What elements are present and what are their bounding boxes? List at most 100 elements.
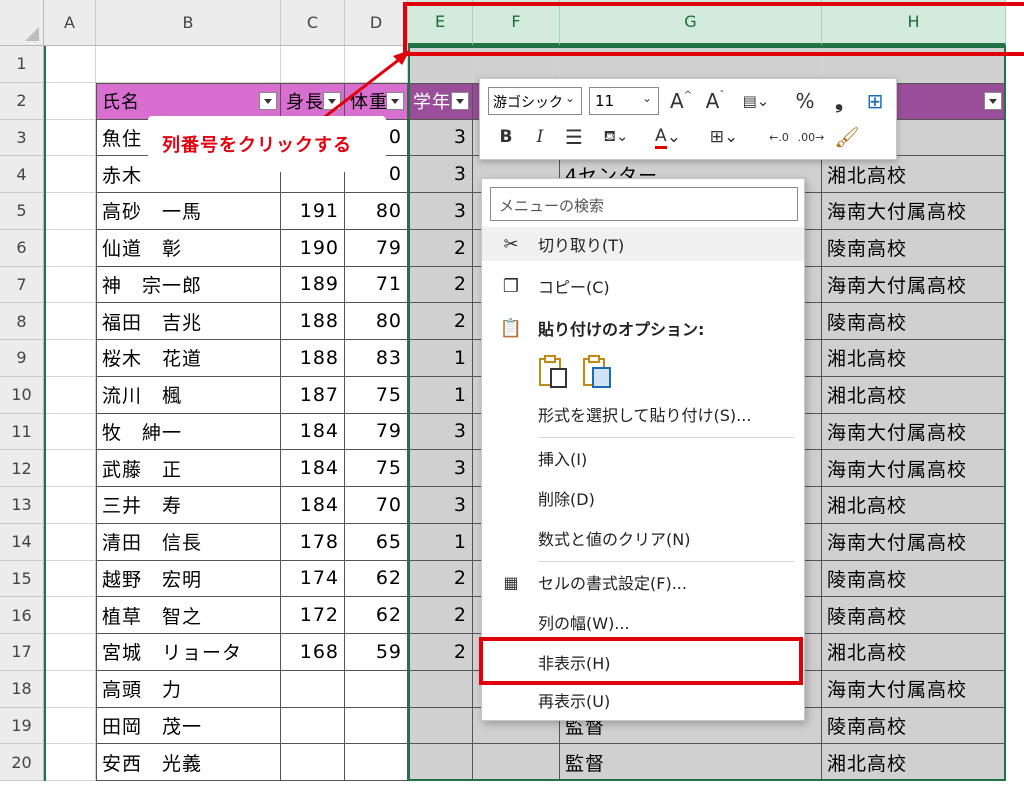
- cell[interactable]: [44, 266, 96, 304]
- menu-item-column-width[interactable]: 列の幅(W)...: [482, 605, 804, 639]
- menu-item-delete[interactable]: 削除(D): [482, 481, 804, 515]
- cell[interactable]: [44, 156, 96, 193]
- name-cell[interactable]: 越野 宏明: [96, 560, 281, 598]
- increase-decimal-icon[interactable]: ←.0: [766, 123, 792, 151]
- height-cell[interactable]: [281, 670, 345, 708]
- name-cell[interactable]: 牧 紳一: [96, 413, 281, 451]
- weight-cell[interactable]: 70: [345, 487, 408, 524]
- name-cell[interactable]: 流川 楓: [96, 376, 281, 414]
- row-header[interactable]: 10: [0, 376, 44, 414]
- menu-item-paste-special[interactable]: 形式を選択して貼り付け(S)...: [482, 397, 804, 431]
- percent-style-icon[interactable]: %: [792, 87, 818, 115]
- table-header-cell[interactable]: 体重: [345, 82, 408, 120]
- cell[interactable]: [408, 46, 473, 83]
- filter-dropdown-icon[interactable]: [386, 91, 404, 110]
- row-header[interactable]: 19: [0, 707, 44, 745]
- grade-cell[interactable]: [408, 707, 473, 745]
- height-cell[interactable]: 191: [281, 193, 345, 230]
- name-cell[interactable]: 仙道 彰: [96, 229, 281, 267]
- school-cell[interactable]: 陵南高校: [822, 707, 1006, 745]
- grade-cell[interactable]: 3: [408, 487, 473, 524]
- row-header[interactable]: 4: [0, 156, 44, 193]
- name-cell[interactable]: 安西 光義: [96, 744, 281, 781]
- school-cell[interactable]: 海南大付属高校: [822, 193, 1006, 230]
- cell[interactable]: [44, 119, 96, 157]
- cell[interactable]: [96, 46, 281, 83]
- weight-cell[interactable]: 80: [345, 193, 408, 230]
- decrease-decimal-icon[interactable]: .00→: [798, 123, 825, 151]
- cell[interactable]: [44, 376, 96, 414]
- cell[interactable]: [44, 450, 96, 487]
- weight-cell[interactable]: 79: [345, 413, 408, 451]
- paste-icon[interactable]: [538, 355, 568, 389]
- weight-cell[interactable]: 62: [345, 597, 408, 634]
- weight-cell[interactable]: [345, 670, 408, 708]
- row-header[interactable]: 15: [0, 560, 44, 598]
- menu-item-cut[interactable]: ✂ 切り取り(T): [482, 227, 804, 261]
- cell[interactable]: [44, 634, 96, 671]
- column-header-c[interactable]: C: [281, 0, 345, 46]
- grade-cell[interactable]: 3: [408, 450, 473, 487]
- school-cell[interactable]: 海南大付属高校: [822, 450, 1006, 487]
- name-cell[interactable]: 植草 智之: [96, 597, 281, 634]
- school-cell[interactable]: 湘北高校: [822, 340, 1006, 377]
- menu-item-unhide[interactable]: 再表示(U): [482, 683, 804, 717]
- select-all-corner[interactable]: [0, 0, 44, 46]
- row-header[interactable]: 2: [0, 82, 44, 120]
- height-cell[interactable]: 184: [281, 413, 345, 451]
- school-cell[interactable]: 陵南高校: [822, 303, 1006, 340]
- grade-cell[interactable]: 3: [408, 119, 473, 157]
- school-cell[interactable]: 海南大付属高校: [822, 266, 1006, 304]
- column-header-f[interactable]: F: [473, 0, 560, 46]
- name-cell[interactable]: 田岡 茂一: [96, 707, 281, 745]
- menu-item-format-cells[interactable]: ▦ セルの書式設定(F)...: [482, 565, 804, 599]
- font-size-box[interactable]: 11 ⌄: [589, 87, 659, 115]
- grade-cell[interactable]: 2: [408, 597, 473, 634]
- borders-icon[interactable]: ⊞⌄: [704, 123, 744, 151]
- font-name-box[interactable]: 游ゴシック ⌄: [488, 87, 582, 115]
- menu-item-insert[interactable]: 挿入(I): [482, 441, 804, 475]
- name-cell[interactable]: 神 宗一郎: [96, 266, 281, 304]
- row-header[interactable]: 3: [0, 119, 44, 157]
- bold-button[interactable]: B: [494, 123, 518, 151]
- grade-cell[interactable]: [408, 670, 473, 708]
- school-cell[interactable]: 湘北高校: [822, 376, 1006, 414]
- number-format-icon[interactable]: ▤⌄: [736, 87, 776, 115]
- row-header[interactable]: 13: [0, 487, 44, 524]
- height-cell[interactable]: 172: [281, 597, 345, 634]
- grade-cell[interactable]: 2: [408, 303, 473, 340]
- merge-center-icon[interactable]: ⊞: [862, 87, 888, 115]
- weight-cell[interactable]: 71: [345, 266, 408, 304]
- height-cell[interactable]: 184: [281, 450, 345, 487]
- row-header[interactable]: 7: [0, 266, 44, 304]
- weight-cell[interactable]: 62: [345, 560, 408, 598]
- grade-cell[interactable]: 1: [408, 523, 473, 561]
- row-header[interactable]: 8: [0, 303, 44, 340]
- name-cell[interactable]: 桜木 花道: [96, 340, 281, 377]
- cell[interactable]: [44, 303, 96, 340]
- height-cell[interactable]: 168: [281, 634, 345, 671]
- weight-cell[interactable]: 65: [345, 523, 408, 561]
- weight-cell[interactable]: 59: [345, 634, 408, 671]
- weight-cell[interactable]: 75: [345, 450, 408, 487]
- table-header-cell[interactable]: 氏名: [96, 82, 281, 120]
- cell[interactable]: [44, 82, 96, 120]
- name-cell[interactable]: 三井 寿: [96, 487, 281, 524]
- paste-values-icon[interactable]: [582, 355, 612, 389]
- decrease-font-icon[interactable]: Aˇ: [702, 87, 728, 115]
- grade-cell[interactable]: 2: [408, 229, 473, 267]
- grade-cell[interactable]: 1: [408, 376, 473, 414]
- font-color-icon[interactable]: A ⌄: [648, 123, 688, 151]
- school-cell[interactable]: 陵南高校: [822, 229, 1006, 267]
- weight-cell[interactable]: 75: [345, 376, 408, 414]
- school-cell[interactable]: 海南大付属高校: [822, 523, 1006, 561]
- weight-cell[interactable]: 80: [345, 303, 408, 340]
- table-header-cell[interactable]: 身長: [281, 82, 345, 120]
- row-header[interactable]: 5: [0, 193, 44, 230]
- school-cell[interactable]: 海南大付属高校: [822, 670, 1006, 708]
- height-cell[interactable]: 189: [281, 266, 345, 304]
- weight-cell[interactable]: 83: [345, 340, 408, 377]
- cell[interactable]: [281, 46, 345, 83]
- weight-cell[interactable]: [345, 707, 408, 745]
- weight-cell[interactable]: 79: [345, 229, 408, 267]
